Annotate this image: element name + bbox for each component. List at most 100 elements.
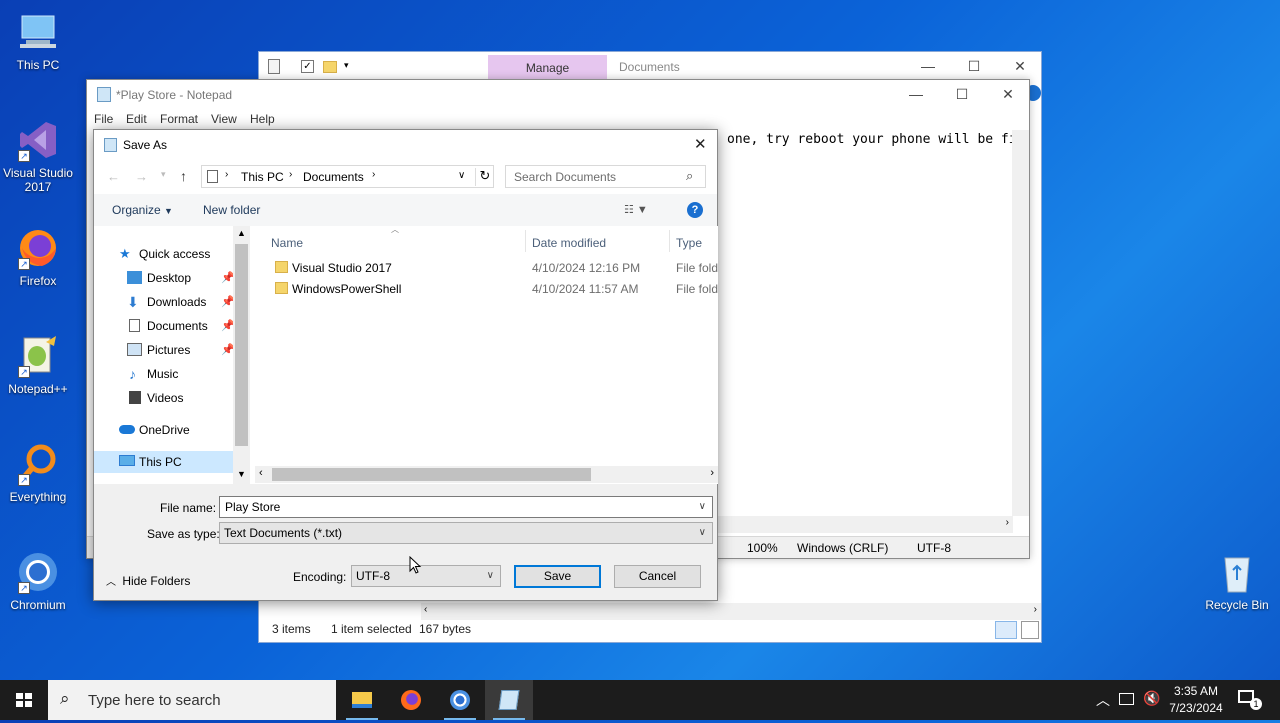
nav-downloads[interactable]: ⬇ Downloads 📌 <box>94 291 235 313</box>
scroll-left-icon[interactable]: ‹ <box>259 467 263 479</box>
view-options-icon[interactable]: ☷ ▼ <box>624 203 648 216</box>
notepad-horizontal-scrollbar[interactable]: › <box>717 516 1013 533</box>
notepad-text-area[interactable]: one, try reboot your phone will be fi <box>727 132 1017 147</box>
scroll-right-icon[interactable]: › <box>1006 517 1009 528</box>
desktop-icon-label: Notepad++ <box>8 382 68 396</box>
desktop-icon-visual-studio[interactable]: ↗ Visual Studio 2017 <box>0 118 76 194</box>
up-arrow-icon[interactable]: ↑ <box>180 168 187 184</box>
menu-help[interactable]: Help <box>250 112 275 126</box>
recent-locations-icon[interactable]: ▾ <box>161 169 166 180</box>
nav-vertical-scrollbar[interactable]: ▲ ▼ <box>233 226 250 484</box>
save-as-dialog[interactable]: Save As ✕ ← → ▾ ↑ › This PC › Documents … <box>93 129 718 601</box>
menu-edit[interactable]: Edit <box>126 112 147 126</box>
details-view-icon[interactable] <box>995 621 1017 639</box>
chevron-down-icon[interactable]: ∨ <box>699 523 706 543</box>
new-folder-button[interactable]: New folder <box>203 203 260 217</box>
scroll-down-icon[interactable]: ▼ <box>237 469 246 479</box>
taskbar-file-explorer[interactable] <box>338 680 386 720</box>
close-button[interactable]: ✕ <box>997 52 1043 82</box>
scroll-right-icon[interactable]: › <box>710 467 714 479</box>
back-arrow-icon[interactable]: ← <box>107 169 120 184</box>
clock[interactable]: 3:35 AM 7/23/2024 <box>1164 683 1228 717</box>
network-icon[interactable] <box>1119 693 1134 705</box>
file-name-input[interactable]: Play Store ∨ <box>219 496 713 518</box>
column-type[interactable]: Type <box>676 236 702 250</box>
notepad-vertical-scrollbar[interactable] <box>1012 130 1029 516</box>
save-button[interactable]: Save <box>514 565 601 588</box>
forward-arrow-icon[interactable]: → <box>135 169 148 184</box>
desktop-icon-this-pc[interactable]: This PC <box>0 10 76 72</box>
nav-quick-access[interactable]: ★ Quick access <box>94 243 233 265</box>
search-icon[interactable]: ⌕ <box>686 168 693 184</box>
nav-pictures[interactable]: Pictures 📌 <box>94 339 235 361</box>
cancel-button[interactable]: Cancel <box>614 565 701 588</box>
hide-folders-button[interactable]: ︿ Hide Folders <box>106 573 190 588</box>
desktop-icon-notepadpp[interactable]: ↗ Notepad++ <box>0 334 76 396</box>
scroll-thumb[interactable] <box>235 244 248 446</box>
nav-music[interactable]: ♪ Music <box>94 363 233 385</box>
scroll-up-icon[interactable]: ▲ <box>237 228 246 238</box>
nav-desktop[interactable]: Desktop 📌 <box>94 267 235 289</box>
refresh-icon[interactable]: ↻ <box>475 168 494 186</box>
close-button[interactable]: ✕ <box>694 135 707 153</box>
column-divider[interactable] <box>525 230 526 252</box>
scroll-thumb[interactable] <box>272 468 591 481</box>
chevron-right-icon[interactable]: › <box>372 169 375 180</box>
table-row[interactable]: WindowsPowerShell 4/10/2024 11:57 AM Fil… <box>255 279 718 300</box>
table-row[interactable]: Visual Studio 2017 4/10/2024 12:16 PM Fi… <box>255 258 718 279</box>
column-date-modified[interactable]: Date modified <box>532 236 606 250</box>
desktop-icon-recycle-bin[interactable]: Recycle Bin <box>1199 550 1275 612</box>
address-bar[interactable]: › This PC › Documents › ∨ ↻ <box>201 165 494 188</box>
column-divider[interactable] <box>669 230 670 252</box>
chevron-right-icon[interactable]: › <box>225 169 228 180</box>
nav-documents[interactable]: Documents 📌 <box>94 315 235 337</box>
encoding-select[interactable]: UTF-8 ∨ <box>351 565 501 587</box>
menu-file[interactable]: File <box>94 112 113 126</box>
help-icon[interactable]: ? <box>687 202 703 218</box>
scroll-left-icon[interactable]: ‹ <box>424 604 427 615</box>
menu-format[interactable]: Format <box>160 112 198 126</box>
chevron-down-icon[interactable]: ∨ <box>699 497 706 517</box>
chevron-right-icon[interactable]: › <box>289 169 292 180</box>
column-name[interactable]: Name <box>271 236 303 250</box>
organize-button[interactable]: Organize ▼ <box>112 203 173 217</box>
maximize-button[interactable]: ☐ <box>951 52 997 82</box>
desktop-icon-everything[interactable]: ↗ Everything <box>0 442 76 504</box>
scroll-right-icon[interactable]: › <box>1034 604 1037 615</box>
nav-this-pc[interactable]: This PC <box>94 451 233 473</box>
start-button[interactable] <box>0 680 48 720</box>
notification-center-button[interactable]: 1 <box>1236 688 1262 712</box>
tab-manage[interactable]: Manage <box>488 55 607 82</box>
file-list-horizontal-scrollbar[interactable]: ‹ › <box>255 466 718 483</box>
chevron-down-icon[interactable]: ▾ <box>344 60 349 71</box>
checkbox-icon[interactable]: ✓ <box>301 60 314 73</box>
dialog-titlebar[interactable]: Save As ✕ <box>94 130 717 160</box>
notepad-titlebar[interactable]: *Play Store - Notepad — ☐ ✕ <box>87 80 1029 110</box>
chevron-down-icon[interactable]: ∨ <box>458 170 465 181</box>
nav-onedrive[interactable]: OneDrive <box>94 419 233 441</box>
taskbar-search-box[interactable]: ⌕ Type here to search <box>48 680 336 720</box>
nav-videos[interactable]: Videos <box>94 387 233 409</box>
folder-icon[interactable] <box>323 61 337 73</box>
minimize-button[interactable]: — <box>905 52 951 82</box>
breadcrumb-this-pc[interactable]: This PC <box>241 170 284 184</box>
search-documents-field[interactable]: Search Documents ⌕ <box>505 165 706 188</box>
breadcrumb-documents[interactable]: Documents <box>303 170 364 184</box>
file-list[interactable]: ︿ Name Date modified Type Visual Studio … <box>255 226 718 484</box>
chevron-down-icon[interactable]: ∨ <box>487 566 494 586</box>
volume-muted-icon[interactable]: 🔇 <box>1143 690 1160 707</box>
large-icons-view-icon[interactable] <box>1021 621 1039 639</box>
chevron-up-icon[interactable]: ︿ <box>1096 690 1110 710</box>
maximize-button[interactable]: ☐ <box>939 80 985 110</box>
minimize-button[interactable]: — <box>893 80 939 110</box>
taskbar-notepad[interactable] <box>485 680 533 720</box>
taskbar-chromium[interactable] <box>436 680 484 720</box>
properties-icon[interactable] <box>268 59 280 74</box>
menu-view[interactable]: View <box>211 112 237 126</box>
desktop-icon-firefox[interactable]: ↗ Firefox <box>0 226 76 288</box>
desktop-icon-chromium[interactable]: ↗ Chromium <box>0 550 76 612</box>
explorer-titlebar[interactable]: ✓ ▾ Manage Documents — ☐ ✕ <box>259 52 1041 82</box>
save-as-type-select[interactable]: Text Documents (*.txt) ∨ <box>219 522 713 544</box>
taskbar-firefox[interactable] <box>387 680 435 720</box>
close-button[interactable]: ✕ <box>985 80 1031 110</box>
